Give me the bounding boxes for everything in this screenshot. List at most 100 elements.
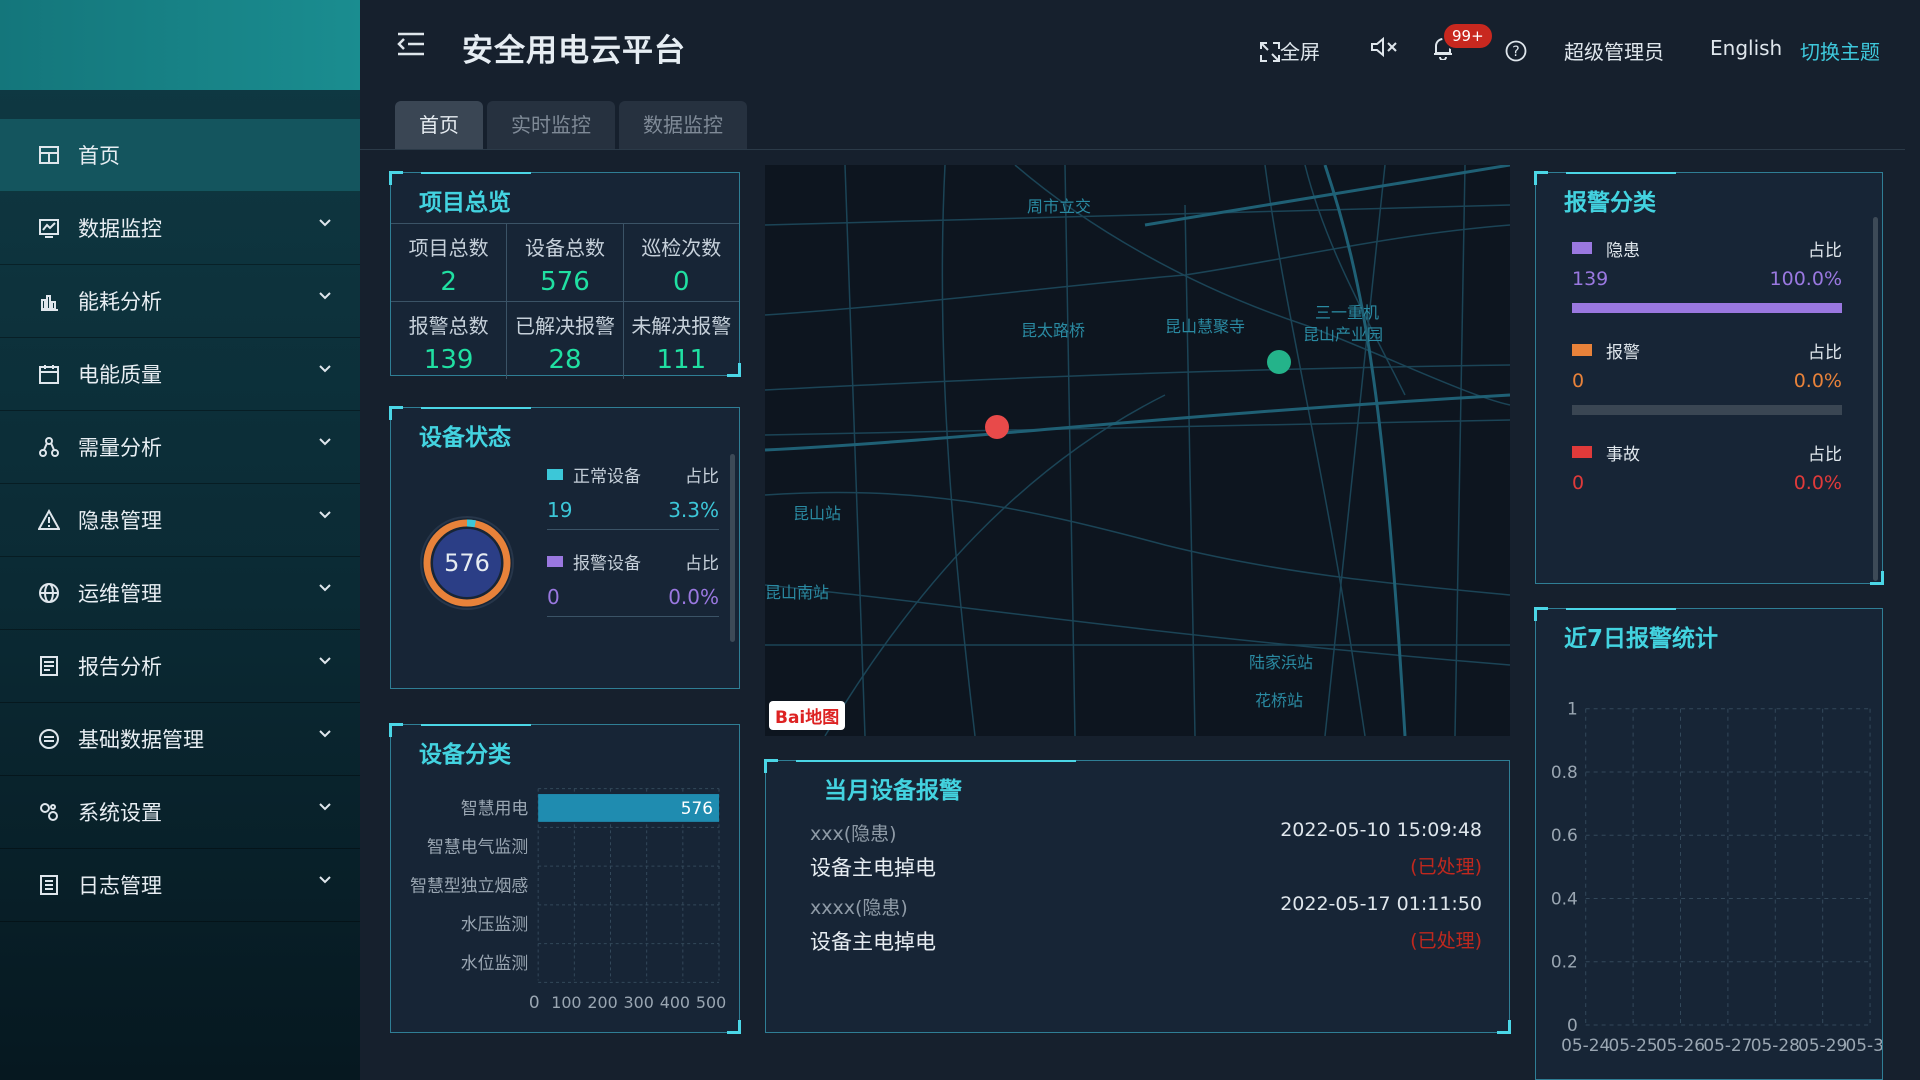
alarm-entry[interactable]: xxxx(隐患) 2022-05-17 01:11:50 设备主电掉电 (已处理) [810,893,1482,956]
chevron-down-icon[interactable] [318,364,332,374]
sidebar-item-label: 基础数据管理 [78,728,204,752]
device-category-chart: 智慧用电 576 智慧电气监测智慧型独立烟感水压监测水位监测0 100 200 300 40… [410,788,726,1012]
sidebar-item-1[interactable]: 数据监控 [0,192,360,265]
language-toggle[interactable]: English [1710,36,1782,60]
sidebar-menu: 首页 数据监控能耗分析电能质量需量分析隐患管理 运维管理报告分析基础数据管理 系统设置… [0,119,360,922]
tab-0[interactable]: 首页 [395,101,483,149]
donut-total: 576 [444,549,490,577]
sidebar-item-label: 系统设置 [78,801,162,825]
switch-theme-button[interactable]: 切换主题 [1800,36,1880,65]
calendar-icon [36,361,62,387]
tab-2[interactable]: 数据监控 [619,101,747,149]
overview-value: 576 [540,267,590,297]
sidebar-item-0[interactable]: 首页 [0,119,360,192]
menu-collapse-icon[interactable] [396,30,426,58]
category-label: 智慧用电 [461,798,529,818]
overview-cell: 已解决报警 28 [507,302,624,379]
x-tick-label: 400 [660,993,690,1012]
map[interactable]: 周市立交 昆太路桥 昆山慧聚寺 三一重机 昆山产业园 昆山站 昆山南站 陆家浜站 花桥站 Bai… [765,165,1510,736]
alarm-row-bottom: 设备主电掉电 (已处理) [810,926,1482,956]
status-legend-item: 正常设备 占比 19 3.3% [547,458,719,545]
map-place-label: 昆山站 [793,504,842,523]
globe-icon [36,580,62,606]
y-tick-label: 0 [1567,1015,1578,1035]
y-tick-label: 1 [1567,699,1578,719]
alarm-description: 设备主电掉电 [810,856,936,880]
panel-corner [764,759,778,773]
chevron-down-icon[interactable] [318,875,332,885]
seven-day-alarm-panel: 近7日报警统计 0 0.2 0.4 0.6 0.8 1 05-24 05-25 05-26 05-… [1534,607,1883,1080]
overview-cell: 未解决报警 111 [624,302,739,379]
warning-icon [36,507,62,533]
overview-row: 报警总数 139 已解决报警 28 未解决报警 111 [391,301,739,379]
overview-label: 已解决报警 [514,314,615,338]
chevron-down-icon[interactable] [318,802,332,812]
map-marker-normal[interactable] [1267,350,1291,374]
alarm-row-top: xxx(隐患) 2022-05-10 15:09:48 [810,819,1482,846]
sidebar-item-5[interactable]: 隐患管理 [0,484,360,557]
sidebar-item-10[interactable]: 日志管理 [0,849,360,922]
sidebar-item-6[interactable]: 运维管理 [0,557,360,630]
home-icon [36,142,62,168]
monitor-icon [36,215,62,241]
y-tick-label: 0.2 [1551,952,1578,972]
help-icon[interactable]: ? [1505,40,1527,62]
x-tick-label: 05-26 [1656,1035,1705,1055]
panel-title: 当月设备报警 [824,778,962,804]
sidebar-item-label: 报告分析 [78,655,162,679]
chevron-down-icon[interactable] [318,656,332,666]
tab-1[interactable]: 实时监控 [487,101,615,149]
bar-chart-icon [36,288,62,314]
sidebar-item-2[interactable]: 能耗分析 [0,265,360,338]
fullscreen-icon [1260,42,1280,62]
alarm-class-values: 0 0.0% [1572,365,1842,397]
y-tick-label: 0.6 [1551,825,1578,845]
sidebar-item-3[interactable]: 电能质量 [0,338,360,411]
x-tick-label: 05-29 [1798,1035,1847,1055]
panel-corner [389,406,403,420]
map-marker-alarm[interactable] [985,415,1009,439]
chevron-down-icon[interactable] [318,729,332,739]
panel-title: 项目总览 [419,190,511,216]
pct-label: 占比 [1808,342,1842,363]
fullscreen-label: 全屏 [1280,40,1320,64]
overview-grid: 项目总数 2 设备总数 576 巡检次数 0 报警总数 139 已解决报警 28 未解决报警 111 [391,223,739,379]
x-tick-label: 100 [551,993,581,1012]
fullscreen-button[interactable]: 全屏 [1260,36,1320,65]
sidebar-item-8[interactable]: 基础数据管理 [0,703,360,776]
alarm-entry[interactable]: xxx(隐患) 2022-05-10 15:09:48 设备主电掉电 (已处理) [810,819,1482,882]
sidebar-item-4[interactable]: 需量分析 [0,411,360,484]
chevron-down-icon[interactable] [318,583,332,593]
settings-icon [36,799,62,825]
report-icon [36,653,62,679]
alarm-class-bar [1572,303,1842,313]
alarm-status: (已处理) [1410,856,1482,878]
alarm-class-values: 139 100.0% [1572,263,1842,295]
sidebar-item-label: 需量分析 [78,436,162,460]
sidebar-item-label: 能耗分析 [78,290,162,314]
monthly-alarms-panel: 当月设备报警 xxx(隐患) 2022-05-10 15:09:48 设备主电掉电 (… [764,759,1511,1034]
overview-value: 2 [440,267,457,297]
sidebar-item-9[interactable]: 系统设置 [0,776,360,849]
scrollbar[interactable] [1873,217,1878,581]
chevron-down-icon[interactable] [318,291,332,301]
alarm-classification-list: 隐患占比139100.0%报警占比00.0%事故占比00.0%故障占比 [1572,233,1842,505]
x-tick-label: 05-24 [1561,1035,1610,1055]
chevron-down-icon[interactable] [318,218,332,228]
mute-icon[interactable] [1370,36,1398,58]
category-label: 智慧电气监测 [427,837,528,857]
category-label: 水位监测 [461,953,529,973]
status-count: 0 [547,584,560,609]
chevron-down-icon[interactable] [318,510,332,520]
notification-badge: 99+ [1442,22,1494,50]
user-menu[interactable]: 超级管理员 [1564,36,1664,65]
scrollbar[interactable] [730,454,735,642]
chevron-down-icon[interactable] [318,437,332,447]
alarm-class-head: 报警 占比 [1572,335,1842,365]
map-place-label: 三一重机 [1315,303,1380,322]
panel-corner [389,171,403,185]
sidebar-item-7[interactable]: 报告分析 [0,630,360,703]
x-tick-label: 300 [624,993,654,1012]
x-tick-label: 500 [696,993,726,1012]
alarm-row-bottom: 设备主电掉电 (已处理) [810,852,1482,882]
